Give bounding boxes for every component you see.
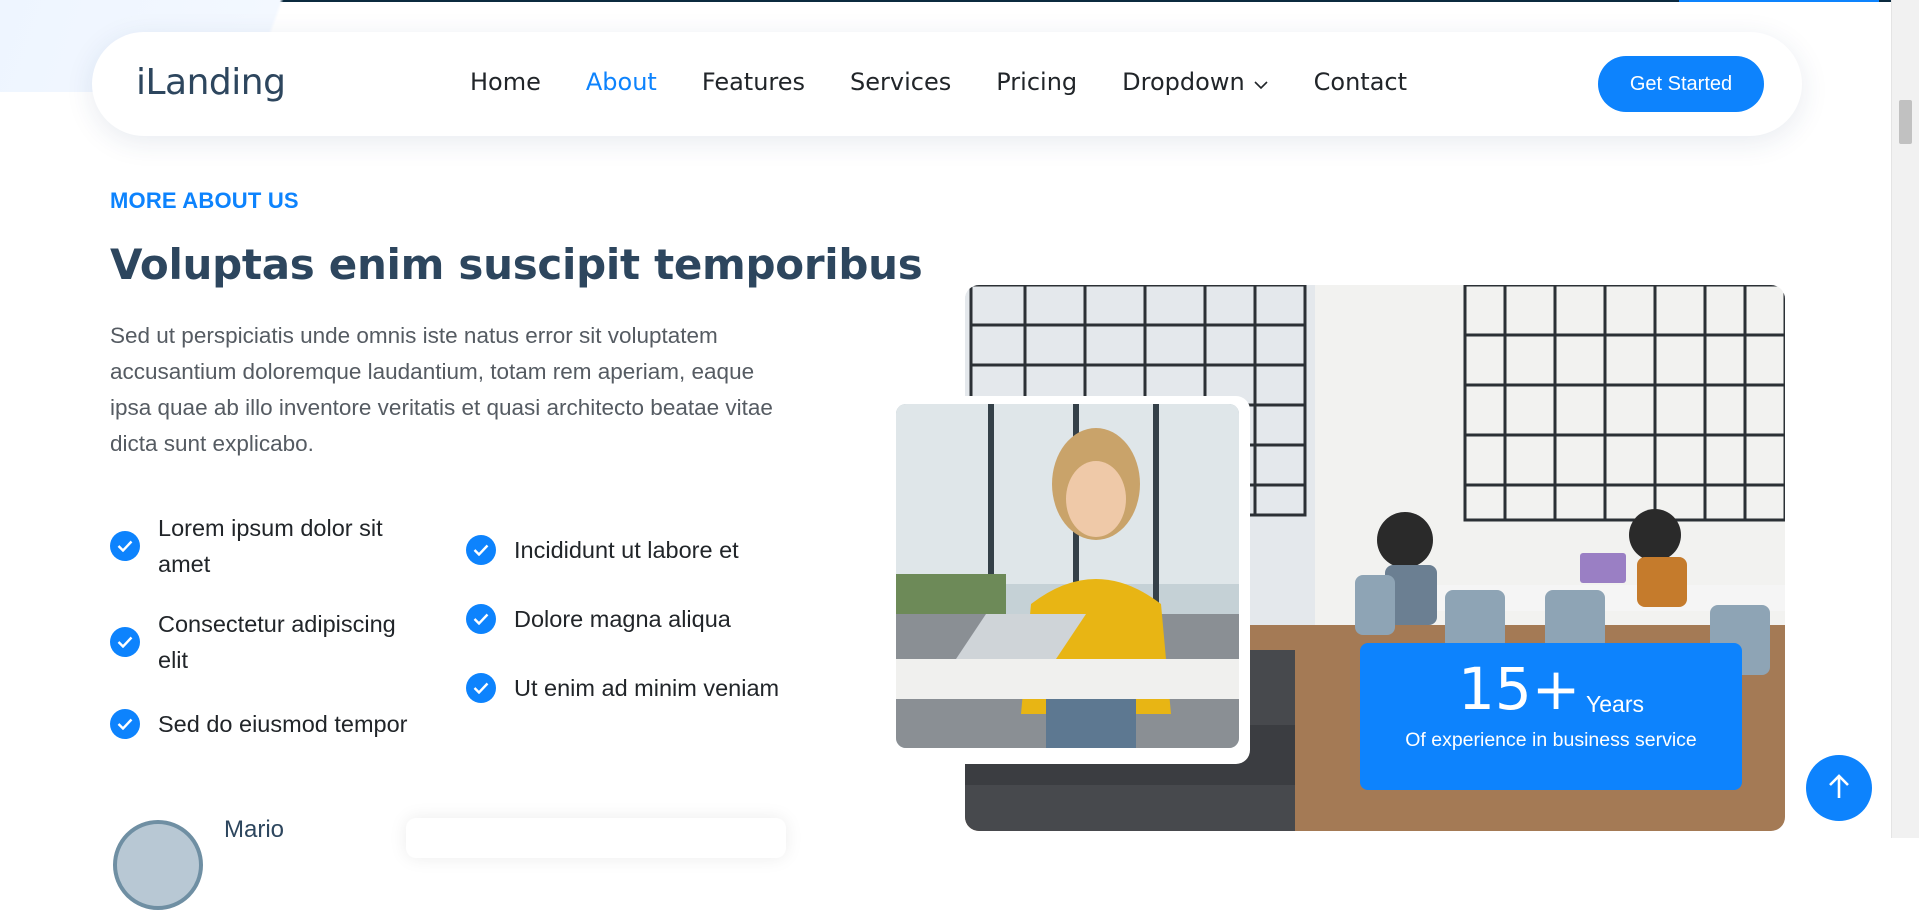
portrait-image: [896, 404, 1239, 748]
feature-text: Incididunt ut labore et: [514, 537, 739, 563]
feature-item: Lorem ipsum dolor sit amet: [110, 510, 430, 582]
nav-pricing[interactable]: Pricing: [996, 68, 1077, 96]
feature-item: Incididunt ut labore et: [466, 532, 806, 568]
scrollbar-thumb[interactable]: [1899, 100, 1912, 144]
experience-card: 15+ Years Of experience in business serv…: [1360, 643, 1742, 790]
nav-about-label: About: [585, 68, 657, 96]
feature-item: Dolore magna aliqua: [466, 601, 806, 637]
check-circle-icon: [110, 531, 140, 561]
nav-features[interactable]: Features: [702, 68, 805, 96]
feature-text: Ut enim ad minim veniam: [514, 675, 780, 701]
check-circle-icon: [466, 535, 496, 565]
page-scrollbar[interactable]: [1891, 0, 1919, 838]
feature-item: Sed do eiusmod tempor: [110, 706, 430, 742]
check-circle-icon: [466, 673, 496, 703]
check-circle-icon: [110, 709, 140, 739]
experience-number: 15+: [1458, 655, 1581, 723]
feature-list-left: Lorem ipsum dolor sit amet Consectetur a…: [110, 510, 430, 742]
site-logo[interactable]: iLanding: [136, 62, 286, 103]
feature-list-right: Incididunt ut labore et Dolore magna ali…: [466, 512, 806, 706]
nav-home[interactable]: Home: [470, 68, 541, 96]
feature-item: Consectetur adipiscing elit: [110, 606, 430, 678]
nav-services-label: Services: [850, 68, 952, 96]
feature-text: Lorem ipsum dolor sit amet: [158, 515, 383, 577]
nav-dropdown-label: Dropdown: [1122, 68, 1245, 96]
section-eyebrow: MORE ABOUT US: [110, 188, 299, 213]
feature-text: Consectetur adipiscing elit: [158, 611, 396, 673]
experience-caption: Of experience in business service: [1405, 729, 1697, 751]
nav-contact-label: Contact: [1313, 68, 1408, 96]
main-nav: Home About Features Services Pricing Dro…: [470, 68, 1452, 96]
nav-pricing-label: Pricing: [996, 68, 1078, 96]
nav-contact[interactable]: Contact: [1314, 68, 1407, 96]
feature-text: Sed do eiusmod tempor: [158, 711, 408, 737]
chevron-down-icon: [1253, 68, 1269, 96]
feature-text: Dolore magna aliqua: [514, 606, 731, 632]
profile-name: Mario: [224, 816, 285, 843]
contact-card: [406, 818, 786, 858]
nav-features-label: Features: [701, 68, 806, 96]
nav-services[interactable]: Services: [850, 68, 951, 96]
nav-dropdown[interactable]: Dropdown: [1122, 68, 1269, 96]
section-description: Sed ut perspiciatis unde omnis iste natu…: [110, 323, 773, 456]
feature-item: Ut enim ad minim veniam: [466, 670, 806, 706]
check-circle-icon: [110, 627, 140, 657]
get-started-button[interactable]: Get Started: [1598, 56, 1764, 112]
nav-about[interactable]: About: [586, 68, 657, 96]
arrow-up-icon: [1827, 773, 1851, 803]
scroll-to-top-button[interactable]: [1806, 755, 1872, 821]
portrait-frame: [888, 396, 1250, 764]
site-header: iLanding Home About Features Services Pr…: [92, 32, 1802, 136]
check-circle-icon: [466, 604, 496, 634]
section-title: Voluptas enim suscipit temporibus: [110, 240, 923, 289]
page-top-accent: [1679, 0, 1879, 2]
avatar: [113, 820, 203, 910]
experience-unit: Years: [1586, 691, 1644, 717]
nav-home-label: Home: [470, 68, 541, 96]
